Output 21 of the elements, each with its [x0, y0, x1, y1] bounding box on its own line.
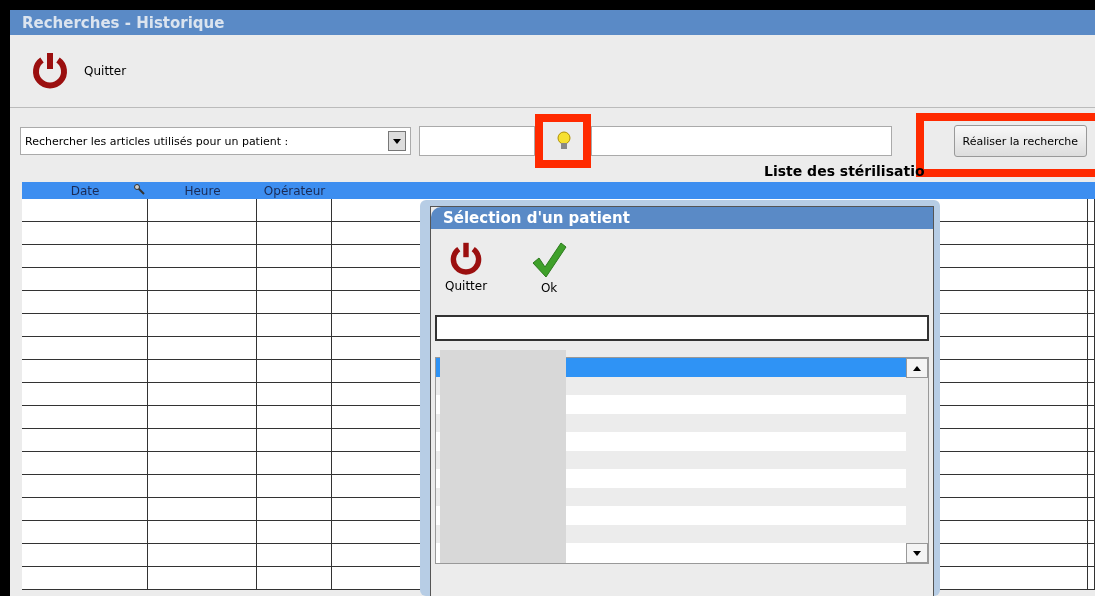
checkmark-icon: [531, 241, 568, 279]
patient-field[interactable]: [419, 126, 536, 156]
search-field[interactable]: [591, 126, 892, 156]
scroll-up-button[interactable]: [906, 358, 928, 378]
window-title: Recherches - Historique: [10, 10, 1095, 35]
column-header[interactable]: Heure: [148, 182, 257, 199]
down-arrow-icon: [913, 550, 921, 556]
search-type-dropdown[interactable]: Rechercher les articles utilisés pour un patient :: [20, 127, 412, 155]
column-header[interactable]: Date: [22, 182, 148, 199]
dialog-title: Sélection d'un patient: [431, 207, 933, 229]
ok-button[interactable]: Ok: [531, 241, 568, 309]
lightbulb-icon[interactable]: [557, 131, 572, 151]
column-header[interactable]: Opérateur: [257, 182, 332, 199]
wrench-icon: [134, 184, 146, 196]
quit-button[interactable]: Quitter: [445, 241, 488, 309]
scroll-down-button[interactable]: [906, 543, 928, 563]
search-button[interactable]: Réaliser la recherche: [953, 125, 1087, 157]
up-arrow-icon: [913, 365, 921, 371]
quit-button[interactable]: Quitter: [30, 51, 127, 91]
power-icon: [30, 51, 70, 91]
filter-field[interactable]: [435, 315, 929, 341]
